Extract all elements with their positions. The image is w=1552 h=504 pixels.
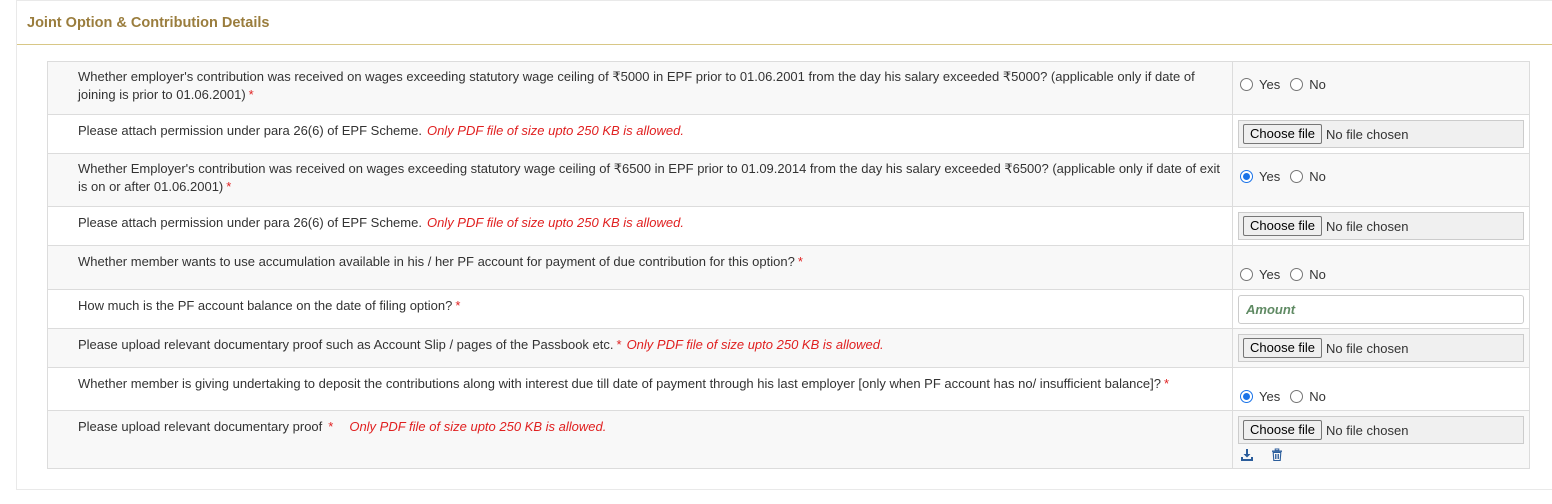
question-text: Whether member wants to use accumulation… xyxy=(78,254,795,269)
download-icon[interactable] xyxy=(1240,448,1254,462)
question-text: Whether employer's contribution was rece… xyxy=(78,69,1195,102)
question-cell: Please upload relevant documentary proof… xyxy=(47,410,1233,469)
radio-yes[interactable] xyxy=(1240,78,1253,91)
table-row: Please attach permission under para 26(6… xyxy=(47,206,1530,246)
answer-cell: Yes No xyxy=(1232,61,1530,115)
question-cell: How much is the PF account balance on th… xyxy=(47,289,1233,329)
answer-cell: Choose file No file chosen xyxy=(1232,114,1530,154)
question-cell: Whether member is giving undertaking to … xyxy=(47,367,1233,411)
question-cell: Please upload relevant documentary proof… xyxy=(47,328,1233,368)
question-text: Please upload relevant documentary proof… xyxy=(78,337,614,352)
file-status: No file chosen xyxy=(1326,340,1409,356)
table-row: How much is the PF account balance on th… xyxy=(47,289,1530,329)
table-row: Whether employer's contribution was rece… xyxy=(47,61,1530,115)
file-input-permission-2[interactable]: Choose file No file chosen xyxy=(1238,212,1524,240)
question-cell: Please attach permission under para 26(6… xyxy=(47,114,1233,154)
file-input-passbook-proof[interactable]: Choose file No file chosen xyxy=(1238,334,1524,362)
file-note: Only PDF file of size upto 250 KB is all… xyxy=(626,337,884,352)
pf-balance-amount-input[interactable] xyxy=(1238,295,1524,324)
answer-cell: Yes No xyxy=(1232,367,1530,411)
table-row: Please upload relevant documentary proof… xyxy=(47,328,1530,368)
radio-yes[interactable] xyxy=(1240,170,1253,183)
question-text: Whether Employer's contribution was rece… xyxy=(78,161,1221,194)
question-text: Please attach permission under para 26(6… xyxy=(78,123,422,138)
file-note: Only PDF file of size upto 250 KB is all… xyxy=(426,215,684,230)
table-row: Whether Employer's contribution was rece… xyxy=(47,153,1530,207)
required-mark: * xyxy=(226,179,232,194)
table-row: Whether member wants to use accumulation… xyxy=(47,245,1530,290)
file-note: Only PDF file of size upto 250 KB is all… xyxy=(426,123,684,138)
answer-cell xyxy=(1232,289,1530,329)
file-actions xyxy=(1238,444,1524,462)
radio-group-undertaking: Yes No xyxy=(1238,368,1524,410)
radio-yes[interactable] xyxy=(1240,268,1253,281)
file-status: No file chosen xyxy=(1326,422,1409,438)
choose-file-button[interactable]: Choose file xyxy=(1243,338,1323,358)
question-text: Please attach permission under para 26(6… xyxy=(78,215,422,230)
contribution-form-table: Whether employer's contribution was rece… xyxy=(47,61,1530,469)
radio-no-label[interactable]: No xyxy=(1309,267,1326,282)
joint-option-panel: Joint Option & Contribution Details Whet… xyxy=(16,0,1552,490)
question-cell: Please attach permission under para 26(6… xyxy=(47,206,1233,246)
answer-cell: Choose file No file chosen xyxy=(1232,328,1530,368)
radio-no-label[interactable]: No xyxy=(1309,77,1326,92)
table-row: Whether member is giving undertaking to … xyxy=(47,367,1530,411)
required-mark: * xyxy=(248,87,254,102)
file-input-permission-1[interactable]: Choose file No file chosen xyxy=(1238,120,1524,148)
question-cell: Whether employer's contribution was rece… xyxy=(47,61,1233,115)
radio-yes-label[interactable]: Yes xyxy=(1259,267,1280,282)
choose-file-button[interactable]: Choose file xyxy=(1243,420,1323,440)
file-note: Only PDF file of size upto 250 KB is all… xyxy=(349,419,607,434)
required-mark: * xyxy=(797,254,803,269)
table-row: Please attach permission under para 26(6… xyxy=(47,114,1530,154)
question-cell: Whether Employer's contribution was rece… xyxy=(47,153,1233,207)
panel-title: Joint Option & Contribution Details xyxy=(17,1,1552,45)
radio-no[interactable] xyxy=(1290,170,1304,183)
radio-no-label[interactable]: No xyxy=(1309,389,1326,404)
required-mark: * xyxy=(1164,376,1170,391)
required-mark: * xyxy=(616,337,622,352)
required-mark: * xyxy=(455,298,461,313)
radio-no[interactable] xyxy=(1290,389,1304,403)
file-status: No file chosen xyxy=(1326,126,1409,142)
radio-no[interactable] xyxy=(1290,268,1304,281)
answer-cell: Choose file No file chosen xyxy=(1232,206,1530,246)
radio-group-epf-6500: Yes No xyxy=(1238,154,1524,199)
radio-no[interactable] xyxy=(1290,78,1304,91)
question-text: Whether member is giving undertaking to … xyxy=(78,376,1161,391)
radio-yes-label[interactable]: Yes xyxy=(1259,77,1280,92)
answer-cell: Yes No xyxy=(1232,153,1530,207)
radio-yes-label[interactable]: Yes xyxy=(1259,389,1280,404)
table-row: Please upload relevant documentary proof… xyxy=(47,410,1530,469)
file-input-documentary-proof[interactable]: Choose file No file chosen xyxy=(1238,416,1524,444)
choose-file-button[interactable]: Choose file xyxy=(1243,124,1323,144)
radio-group-epf-5000: Yes No xyxy=(1238,62,1524,107)
question-text: How much is the PF account balance on th… xyxy=(78,298,453,313)
trash-icon[interactable] xyxy=(1270,448,1284,462)
radio-yes-label[interactable]: Yes xyxy=(1259,169,1280,184)
radio-yes[interactable] xyxy=(1240,389,1253,403)
answer-cell: Choose file No file chosen xyxy=(1232,410,1530,469)
question-cell: Whether member wants to use accumulation… xyxy=(47,245,1233,290)
file-status: No file chosen xyxy=(1326,218,1409,234)
question-text: Please upload relevant documentary proof xyxy=(78,419,323,434)
choose-file-button[interactable]: Choose file xyxy=(1243,216,1323,236)
answer-cell: Yes No xyxy=(1232,245,1530,290)
required-mark: * xyxy=(328,419,334,434)
radio-no-label[interactable]: No xyxy=(1309,169,1326,184)
radio-group-use-accumulation: Yes No xyxy=(1238,246,1524,289)
